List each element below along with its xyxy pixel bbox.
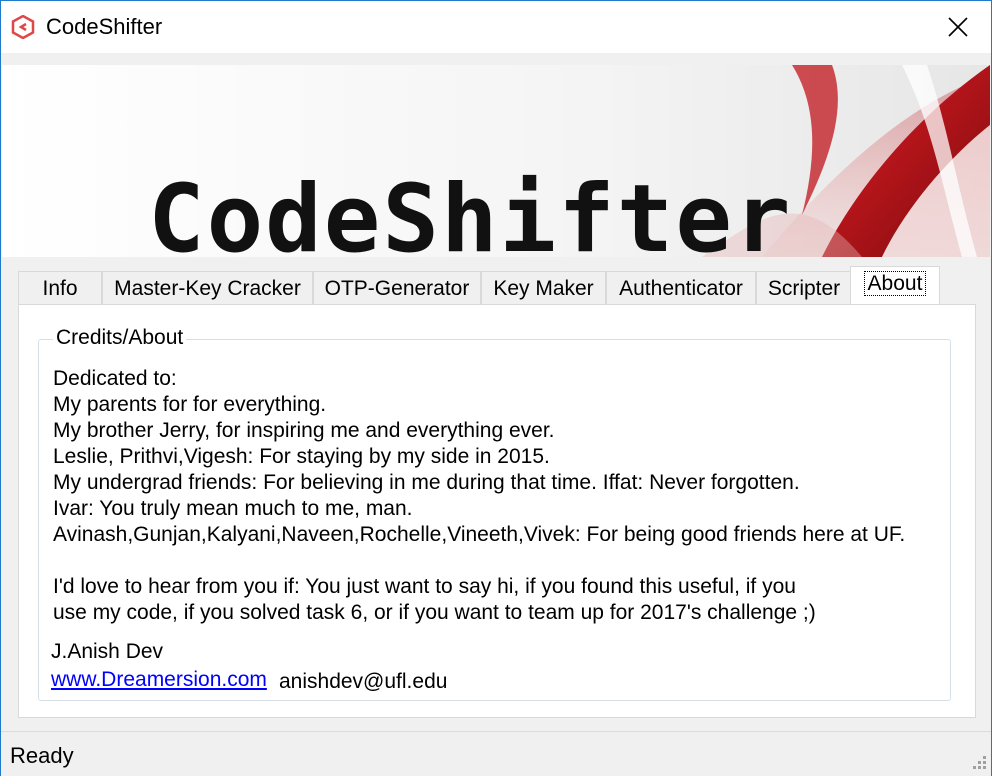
tab-info[interactable]: Info bbox=[18, 271, 102, 304]
window-title: CodeShifter bbox=[46, 14, 163, 39]
credits-line: Ivar: You truly mean much to me, man. bbox=[53, 497, 413, 520]
codeshifter-logo-icon bbox=[11, 15, 35, 39]
groupbox-title: Credits/About bbox=[53, 326, 187, 350]
credits-line: Avinash,Gunjan,Kalyani,Naveen,Rochelle,V… bbox=[53, 523, 906, 546]
status-text: Ready bbox=[10, 743, 74, 768]
credits-text: Dedicated to: My parents for for everyth… bbox=[53, 366, 905, 626]
author-name: J.Anish Dev bbox=[51, 640, 164, 663]
tab-label: OTP-Generator bbox=[324, 277, 470, 300]
tab-label: Scripter bbox=[767, 277, 841, 300]
tab-scripter[interactable]: Scripter bbox=[756, 271, 852, 304]
title-bar[interactable]: CodeShifter bbox=[1, 1, 991, 53]
credits-line: My brother Jerry, for inspiring me and e… bbox=[53, 419, 555, 442]
credits-line: Leslie, Prithvi,Vigesh: For staying by m… bbox=[53, 445, 550, 468]
tab-label: Authenticator bbox=[619, 277, 743, 300]
about-tab-page: Credits/About Dedicated to: My parents f… bbox=[18, 304, 976, 718]
tab-about[interactable]: About bbox=[850, 266, 940, 304]
closing-line: use my code, if you solved task 6, or if… bbox=[53, 601, 816, 624]
close-button[interactable] bbox=[925, 1, 991, 53]
credits-line: Dedicated to: bbox=[53, 367, 177, 390]
closing-line: I'd love to hear from you if: You just w… bbox=[53, 575, 796, 598]
tab-label: Info bbox=[42, 277, 78, 300]
close-icon bbox=[948, 17, 968, 37]
tab-master-key-cracker[interactable]: Master-Key Cracker bbox=[102, 271, 313, 304]
tab-otp-generator[interactable]: OTP-Generator bbox=[313, 271, 481, 304]
tab-label: Key Maker bbox=[493, 277, 594, 300]
credits-line: My parents for for everything. bbox=[53, 393, 327, 416]
resize-grip-icon[interactable] bbox=[969, 754, 987, 772]
tab-label: Master-Key Cracker bbox=[114, 277, 301, 300]
credits-groupbox: Credits/About Dedicated to: My parents f… bbox=[38, 326, 951, 701]
tab-label: About bbox=[863, 271, 927, 296]
status-bar: Ready bbox=[1, 731, 991, 776]
email-address: anishdev@ufl.edu bbox=[279, 670, 448, 693]
credits-line: My undergrad friends: For believing in m… bbox=[53, 471, 800, 494]
tab-key-maker[interactable]: Key Maker bbox=[481, 271, 606, 304]
website-link[interactable]: www.Dreamersion.com bbox=[51, 668, 267, 692]
banner-image: CodeShifter bbox=[2, 65, 990, 257]
banner-logo-text: CodeShifter bbox=[148, 165, 793, 258]
tab-authenticator[interactable]: Authenticator bbox=[606, 271, 756, 304]
app-window: CodeShifter CodeShifter Info Master-Key … bbox=[0, 0, 992, 776]
